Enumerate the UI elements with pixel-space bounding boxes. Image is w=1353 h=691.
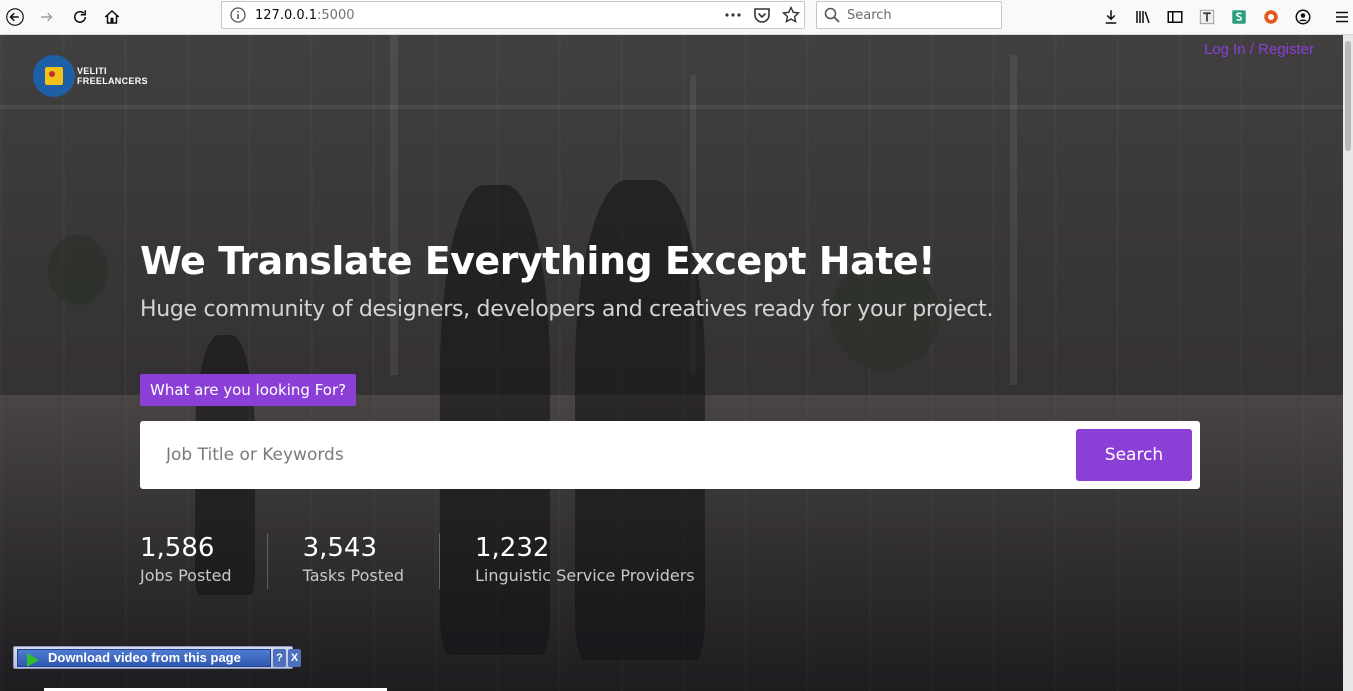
- logo-badge-icon: [33, 55, 75, 97]
- hero-subtitle: Huge community of designers, developers …: [140, 297, 994, 322]
- window-beam: [390, 35, 398, 375]
- s-extension-icon: [1232, 10, 1246, 24]
- stat-label: Linguistic Service Providers: [475, 566, 695, 585]
- bookmark-star-icon[interactable]: [782, 6, 800, 24]
- hero-title: We Translate Everything Except Hate!: [140, 239, 936, 283]
- text-t-icon: [1199, 9, 1215, 25]
- browser-search-box[interactable]: [816, 1, 1002, 29]
- stat-label: Jobs Posted: [140, 566, 232, 585]
- stat-value: 3,543: [302, 533, 377, 563]
- forward-arrow-icon: [41, 12, 53, 22]
- home-icon: [104, 9, 120, 24]
- help-button[interactable]: ?: [273, 649, 286, 667]
- back-arrow-icon: [6, 8, 24, 26]
- text-extension-button[interactable]: [1195, 5, 1219, 29]
- library-icon: [1136, 11, 1150, 24]
- download-video-bar: Download video from this page ? X: [13, 646, 301, 669]
- info-icon[interactable]: [230, 7, 246, 23]
- job-search-form: Search: [140, 421, 1200, 489]
- back-button[interactable]: [3, 5, 27, 29]
- search-icon: [824, 7, 840, 23]
- url-text[interactable]: 127.0.0.1:5000: [255, 8, 355, 23]
- download-video-label: Download video from this page: [48, 650, 241, 665]
- menu-button[interactable]: [1330, 5, 1353, 29]
- s-extension-button[interactable]: [1227, 5, 1251, 29]
- address-bar[interactable]: 127.0.0.1:5000: [221, 1, 805, 29]
- account-icon: [1295, 9, 1311, 25]
- reload-icon: [74, 10, 86, 23]
- pocket-icon[interactable]: [753, 6, 771, 24]
- stat-jobs-posted: 1,586 Jobs Posted: [140, 533, 268, 589]
- stat-label: Tasks Posted: [302, 566, 404, 585]
- scrollbar-thumb[interactable]: [1345, 41, 1351, 151]
- browser-search-input[interactable]: [847, 6, 997, 24]
- sidebar-button[interactable]: [1163, 5, 1187, 29]
- library-button[interactable]: [1131, 5, 1155, 29]
- hero-section: VELITI FREELANCERS Log In / Register We …: [0, 35, 1343, 691]
- page-actions-icon[interactable]: [724, 6, 742, 24]
- site-logo[interactable]: VELITI FREELANCERS: [33, 55, 148, 97]
- orange-extension-button[interactable]: [1259, 5, 1283, 29]
- stat-tasks-posted: 3,543 Tasks Posted: [303, 533, 440, 589]
- page-scrollbar[interactable]: [1343, 35, 1353, 691]
- stat-providers: 1,232 Linguistic Service Providers: [475, 533, 730, 589]
- job-search-input[interactable]: [166, 443, 1046, 467]
- stat-value: 1,586: [140, 533, 215, 563]
- home-button[interactable]: [100, 5, 124, 29]
- account-button[interactable]: [1291, 5, 1315, 29]
- search-button[interactable]: Search: [1076, 429, 1192, 481]
- forward-button[interactable]: [35, 5, 59, 29]
- hamburger-menu-icon: [1336, 11, 1348, 23]
- sidebar-icon: [1167, 11, 1183, 23]
- play-icon: [27, 653, 39, 667]
- close-button[interactable]: X: [288, 649, 301, 667]
- plant-decoration: [48, 235, 108, 305]
- browser-toolbar: 127.0.0.1:5000: [0, 0, 1353, 35]
- search-prompt-tag: What are you looking For?: [140, 374, 357, 406]
- logo-wordmark: VELITI FREELANCERS: [77, 66, 148, 86]
- stat-value: 1,232: [475, 533, 550, 563]
- reload-button[interactable]: [68, 5, 92, 29]
- stats-row: 1,586 Jobs Posted 3,543 Tasks Posted 1,2…: [140, 533, 765, 589]
- downloads-button[interactable]: [1099, 5, 1123, 29]
- download-icon: [1105, 10, 1117, 24]
- login-register-link[interactable]: Log In / Register: [1204, 41, 1314, 58]
- download-video-button[interactable]: Download video from this page: [17, 649, 271, 667]
- orange-extension-icon: [1264, 10, 1278, 24]
- window-beam: [0, 105, 1343, 109]
